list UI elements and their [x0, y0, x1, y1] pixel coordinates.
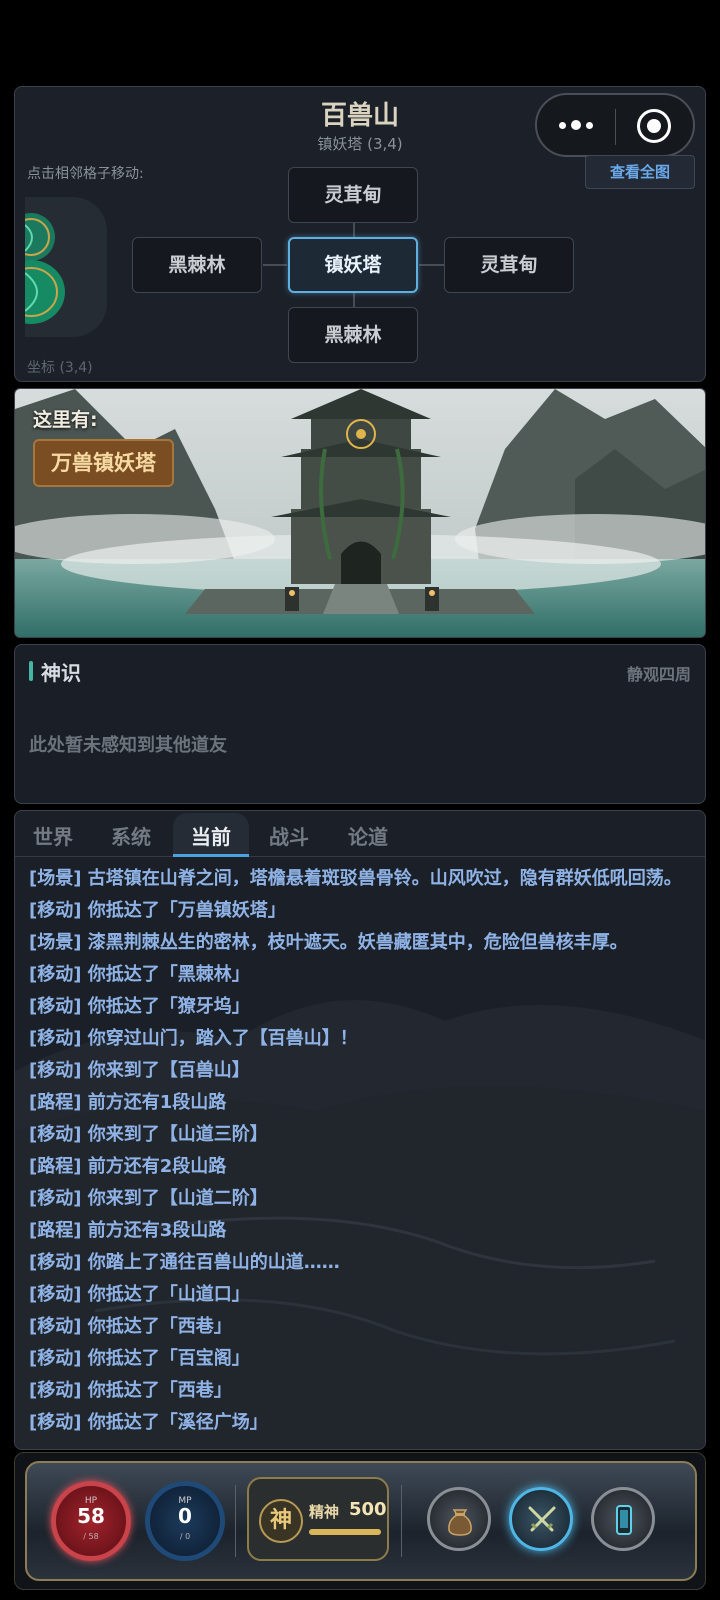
- map-panel: 百兽山 镇妖塔 (3,4) 点击相邻格子移动: 坐标 (3,4) 查看全图 灵茸…: [14, 86, 706, 382]
- map-cell-current: 镇妖塔: [288, 237, 418, 293]
- hud-divider: [401, 1485, 402, 1557]
- sense-panel: 神识 静观四周 此处暂未感知到其他道友: [14, 644, 706, 804]
- log-line: [场景] 漆黑荆棘丛生的密林，枝叶遮天。妖兽藏匿其中，危险但兽核丰厚。: [29, 932, 628, 953]
- map-link: [353, 221, 355, 237]
- hp-orb[interactable]: HP 58 / 58: [51, 1481, 131, 1561]
- scene-here-label: 这里有:: [33, 409, 98, 431]
- log-line: [移动] 你踏上了通往百兽山的山道……: [29, 1252, 340, 1273]
- spirit-track: [309, 1529, 381, 1535]
- map-cell-west[interactable]: 黑棘林: [132, 237, 262, 293]
- hud-bar: HP 58 / 58 MP 0 / 0 神 精神 500: [25, 1461, 697, 1581]
- hp-max: / 58: [83, 1532, 99, 1541]
- gourd-icon[interactable]: [25, 197, 107, 337]
- scene-image: 这里有: 万兽镇妖塔: [14, 388, 706, 638]
- spirit-gauge[interactable]: 神 精神 500: [247, 1477, 389, 1561]
- tower-scene-illustration: [15, 389, 705, 637]
- capsule-divider: [615, 109, 616, 145]
- log-line: [移动] 你抵达了「溪径广场」: [29, 1412, 268, 1433]
- log-line: [移动] 你抵达了「万兽镇妖塔」: [29, 900, 286, 921]
- log-line: [移动] 你抵达了「山道口」: [29, 1284, 250, 1305]
- log-line: [路程] 前方还有1段山路: [29, 1092, 227, 1113]
- log-line: [路程] 前方还有2段山路: [29, 1156, 227, 1177]
- mp-orb[interactable]: MP 0 / 0: [145, 1481, 225, 1561]
- map-cell-east[interactable]: 灵茸甸: [444, 237, 574, 293]
- log-line: [移动] 你来到了【山道二阶】: [29, 1188, 268, 1209]
- hud-divider: [235, 1485, 236, 1557]
- phone-button[interactable]: [591, 1487, 655, 1551]
- map-cell-south[interactable]: 黑棘林: [288, 307, 418, 363]
- mp-max: / 0: [179, 1532, 191, 1541]
- map-cell-north[interactable]: 灵茸甸: [288, 167, 418, 223]
- sense-empty-text: 此处暂未感知到其他道友: [29, 735, 227, 756]
- tab-battle[interactable]: 战斗: [269, 821, 309, 850]
- log-line: [移动] 你抵达了「黑棘林」: [29, 964, 250, 985]
- log-line: [场景] 古塔镇在山脊之间，塔檐悬着斑驳兽骨铃。山风吹过，隐有群妖低吼回荡。: [29, 868, 682, 889]
- coordinate-label: 坐标 (3,4): [27, 360, 93, 376]
- bag-button[interactable]: [427, 1487, 491, 1551]
- log-line: [移动] 你来到了【山道三阶】: [29, 1124, 268, 1145]
- tab-world[interactable]: 世界: [33, 821, 73, 850]
- record-target-icon[interactable]: [637, 109, 671, 143]
- log-line: [移动] 你抵达了「西巷」: [29, 1316, 232, 1337]
- observe-button[interactable]: 静观四周: [627, 661, 691, 685]
- log-line: [路程] 前方还有3段山路: [29, 1220, 227, 1241]
- bag-icon: [448, 1509, 472, 1536]
- phone-icon: [616, 1505, 632, 1535]
- spirit-value: 500: [349, 1499, 387, 1520]
- log-line: [移动] 你来到了【百兽山】: [29, 1060, 250, 1081]
- view-full-map-button[interactable]: 查看全图: [585, 155, 695, 189]
- spirit-fill: [309, 1529, 381, 1535]
- tab-current[interactable]: 当前: [173, 813, 249, 857]
- spirit-label: 精神: [309, 1503, 340, 1521]
- mp-value: 0: [178, 1504, 192, 1528]
- log-line: [移动] 你穿过山门，踏入了【百兽山】！: [29, 1028, 358, 1049]
- log-list: [场景] 古塔镇在山脊之间，塔檐悬着斑驳兽骨铃。山风吹过，隐有群妖低吼回荡。 […: [29, 863, 699, 1439]
- move-hint: 点击相邻格子移动:: [27, 166, 144, 182]
- tab-debate[interactable]: 论道: [348, 821, 388, 850]
- log-line: [移动] 你抵达了「獠牙坞」: [29, 996, 250, 1017]
- log-line: [移动] 你抵达了「西巷」: [29, 1380, 232, 1401]
- battle-button[interactable]: [509, 1487, 573, 1551]
- sense-accent-bar: [29, 661, 33, 681]
- map-link: [419, 264, 445, 266]
- more-dots-icon[interactable]: [559, 113, 619, 137]
- tab-system[interactable]: 系统: [111, 821, 151, 850]
- poi-button[interactable]: 万兽镇妖塔: [33, 439, 174, 487]
- chat-log-panel: 世界 系统 当前 战斗 论道 [场景] 古塔镇在山脊之间，塔檐悬着斑驳兽骨铃。山…: [14, 810, 706, 1450]
- map-link: [263, 264, 287, 266]
- hp-value: 58: [77, 1504, 105, 1528]
- crossed-swords-icon: [528, 1506, 556, 1532]
- sense-title: 神识: [41, 661, 81, 685]
- spirit-badge: 神: [259, 1499, 303, 1543]
- log-tabs: 世界 系统 当前 战斗 论道: [15, 811, 705, 857]
- bottom-hud: HP 58 / 58 MP 0 / 0 神 精神 500: [14, 1452, 706, 1590]
- miniprogram-capsule: [535, 93, 695, 157]
- log-line: [移动] 你抵达了「百宝阁」: [29, 1348, 250, 1369]
